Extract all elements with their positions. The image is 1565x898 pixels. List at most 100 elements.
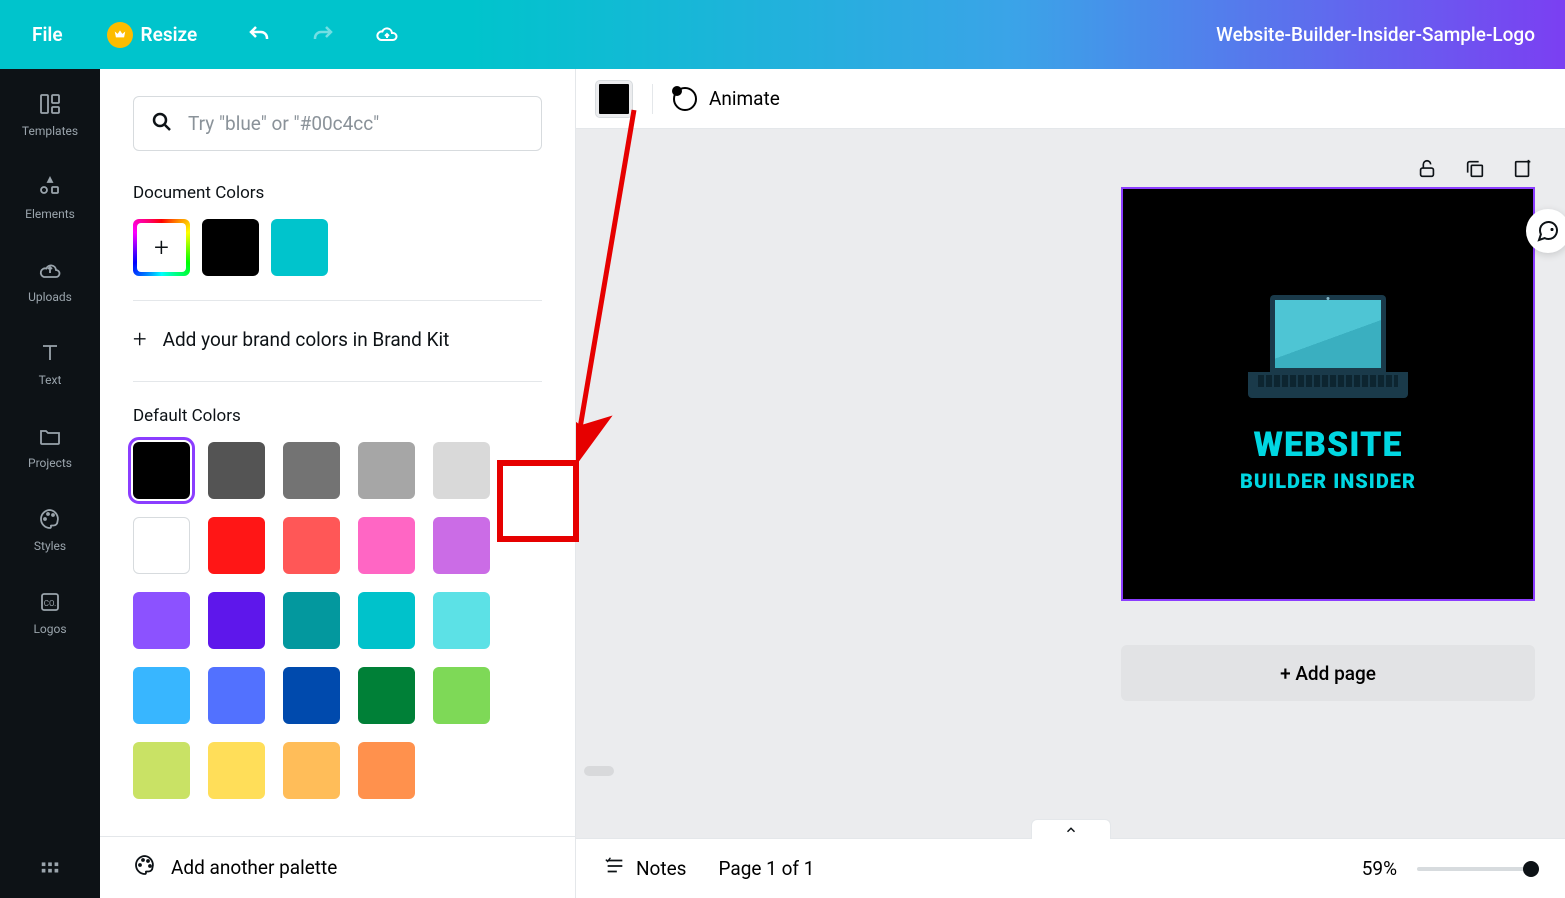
add-page-icon[interactable] [1511, 157, 1535, 181]
brand-kit-label: Add your brand colors in Brand Kit [163, 328, 450, 351]
default-color-swatch[interactable] [283, 442, 340, 499]
bottom-bar: Notes Page 1 of 1 59% [576, 838, 1565, 898]
default-color-swatch[interactable] [433, 517, 490, 574]
rail-more[interactable] [37, 854, 63, 880]
rail-label: Styles [34, 539, 66, 553]
document-title[interactable]: Website-Builder-Insider-Sample-Logo [1216, 23, 1535, 46]
more-icon [37, 854, 63, 880]
default-color-swatch[interactable] [133, 442, 190, 499]
default-color-swatch[interactable] [133, 742, 190, 799]
add-page-button[interactable]: + Add page [1121, 645, 1535, 701]
search-icon [150, 110, 174, 138]
add-palette-label: Add another palette [171, 856, 337, 879]
palette-icon [133, 853, 157, 882]
default-color-swatch[interactable] [358, 742, 415, 799]
expand-timeline-tab[interactable] [1031, 819, 1111, 839]
rail-logos[interactable]: CO. Logos [33, 589, 66, 636]
default-color-swatch[interactable] [358, 592, 415, 649]
page-tools [1415, 157, 1535, 181]
add-palette-button[interactable]: Add another palette [100, 836, 575, 898]
divider [652, 84, 653, 114]
comment-fab[interactable] [1526, 209, 1565, 253]
rail-label: Templates [22, 124, 78, 138]
rail-elements[interactable]: Elements [25, 174, 75, 221]
divider [133, 300, 542, 301]
notes-label: Notes [636, 857, 687, 880]
default-color-swatch[interactable] [283, 517, 340, 574]
undo-icon[interactable] [247, 23, 271, 47]
default-color-swatch[interactable] [208, 742, 265, 799]
rail-styles[interactable]: Styles [34, 506, 66, 553]
rail-uploads[interactable]: Uploads [28, 257, 72, 304]
page-indicator[interactable]: Page 1 of 1 [719, 857, 815, 880]
current-fill-color[interactable] [596, 81, 632, 117]
canvas-area: Animate WEBSITE BUILDER INSIDER + [576, 69, 1565, 898]
default-color-swatch[interactable] [208, 667, 265, 724]
crown-icon [107, 22, 133, 48]
default-color-swatch[interactable] [208, 442, 265, 499]
plus-icon: + [133, 325, 147, 353]
styles-icon [37, 506, 63, 532]
default-color-swatch[interactable] [283, 742, 340, 799]
canvas-stage[interactable]: WEBSITE BUILDER INSIDER + Add page [576, 129, 1565, 838]
default-color-swatch[interactable] [433, 667, 490, 724]
laptop-graphic [1248, 295, 1408, 405]
context-toolbar: Animate [576, 69, 1565, 129]
default-color-swatch[interactable] [433, 442, 490, 499]
templates-icon [37, 91, 63, 117]
animate-icon [673, 87, 697, 111]
horizontal-scrollbar[interactable] [584, 766, 614, 776]
document-colors-label: Document Colors [133, 183, 542, 203]
default-color-swatch[interactable] [208, 592, 265, 649]
default-color-swatch[interactable] [358, 667, 415, 724]
rail-text[interactable]: Text [37, 340, 63, 387]
elements-icon [37, 174, 63, 200]
animate-label: Animate [709, 87, 780, 110]
color-search-input[interactable] [188, 112, 525, 135]
rail-label: Elements [25, 207, 75, 221]
default-color-swatch[interactable] [283, 667, 340, 724]
brand-kit-link[interactable]: + Add your brand colors in Brand Kit [133, 325, 542, 353]
animate-button[interactable]: Animate [673, 87, 780, 111]
resize-label: Resize [141, 23, 198, 46]
divider [133, 381, 542, 382]
color-panel: Document Colors + Add your brand colors … [100, 69, 576, 898]
left-rail: Templates Elements Uploads Text Projects… [0, 69, 100, 898]
design-canvas[interactable]: WEBSITE BUILDER INSIDER [1121, 187, 1535, 601]
document-colors-row [133, 219, 542, 276]
duplicate-page-icon[interactable] [1463, 157, 1487, 181]
top-header: File Resize Website-Builder-Insider-Samp… [0, 0, 1565, 69]
default-color-swatch[interactable] [133, 592, 190, 649]
doc-color-swatch[interactable] [202, 219, 259, 276]
default-color-swatch[interactable] [133, 517, 190, 574]
projects-icon [37, 423, 63, 449]
rail-projects[interactable]: Projects [28, 423, 72, 470]
rail-label: Projects [28, 456, 72, 470]
cloud-sync-icon[interactable] [375, 23, 399, 47]
logo-subtitle-text: BUILDER INSIDER [1240, 469, 1416, 493]
default-color-swatch[interactable] [358, 442, 415, 499]
add-page-label: + Add page [1280, 662, 1376, 685]
add-color-swatch[interactable] [133, 219, 190, 276]
default-color-swatch[interactable] [133, 667, 190, 724]
default-color-swatch[interactable] [283, 592, 340, 649]
rail-templates[interactable]: Templates [22, 91, 78, 138]
file-menu[interactable]: File [32, 23, 63, 46]
color-search[interactable] [133, 96, 542, 151]
default-color-swatch[interactable] [208, 517, 265, 574]
doc-color-swatch[interactable] [271, 219, 328, 276]
zoom-slider[interactable] [1417, 867, 1537, 871]
resize-button[interactable]: Resize [107, 22, 198, 48]
text-icon [37, 340, 63, 366]
default-color-swatch[interactable] [433, 592, 490, 649]
rail-label: Logos [33, 622, 66, 636]
logo-title-text: WEBSITE [1253, 425, 1402, 465]
default-color-swatch[interactable] [358, 517, 415, 574]
redo-icon[interactable] [311, 23, 335, 47]
zoom-level[interactable]: 59% [1362, 857, 1397, 880]
lock-icon[interactable] [1415, 157, 1439, 181]
notes-icon [604, 855, 626, 882]
rail-label: Uploads [28, 290, 72, 304]
svg-text:CO.: CO. [44, 599, 56, 608]
notes-button[interactable]: Notes [604, 855, 687, 882]
